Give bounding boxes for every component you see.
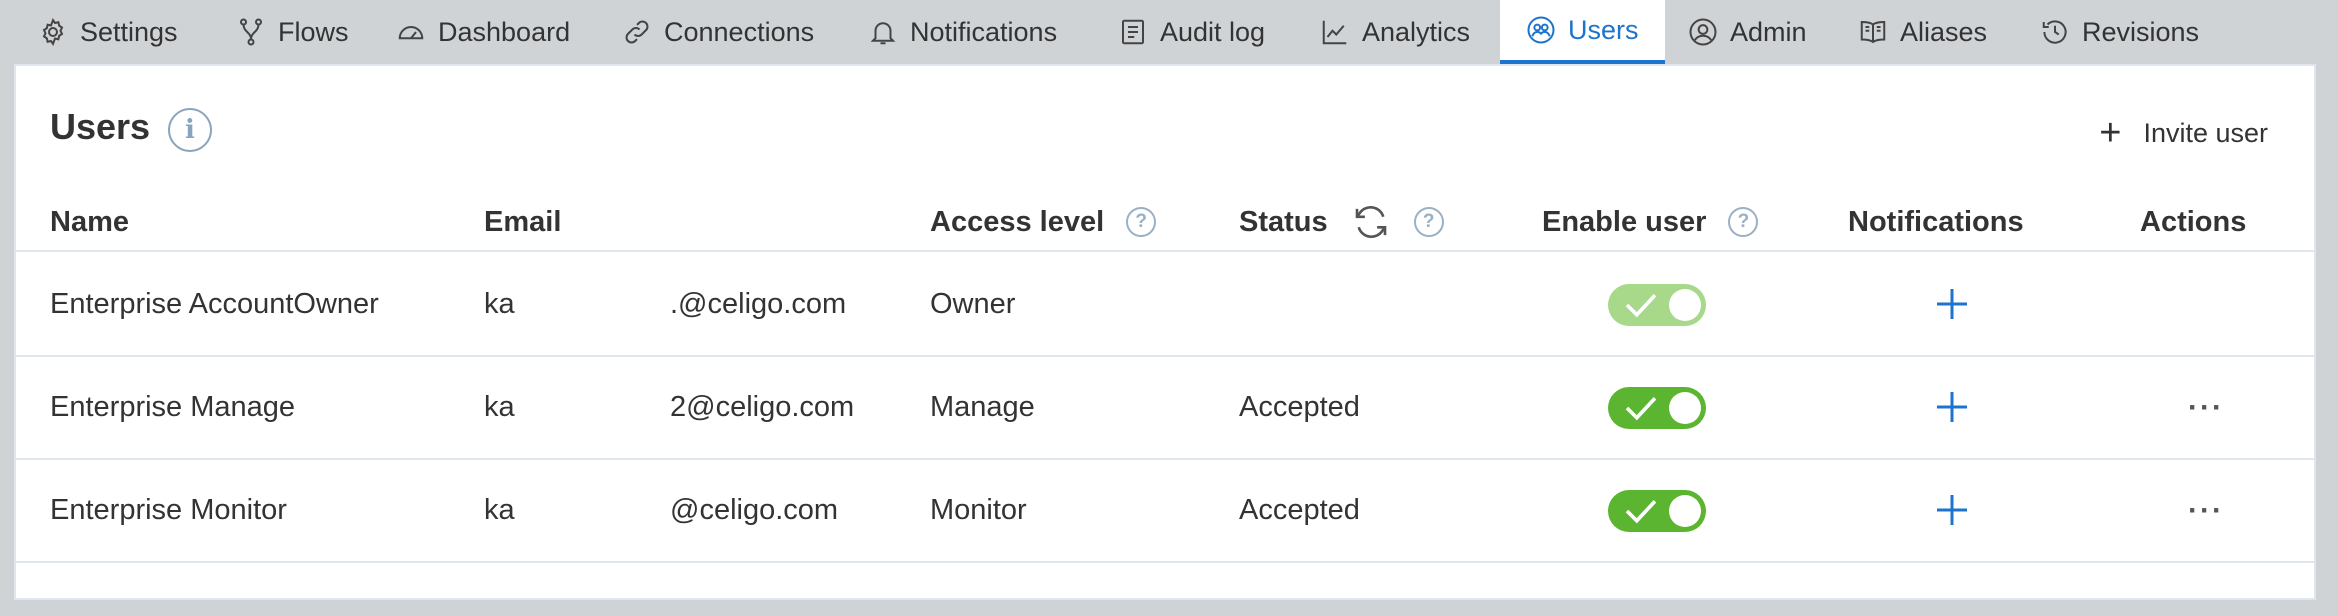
- more-actions-icon[interactable]: ···: [2188, 393, 2224, 423]
- tab-aliases[interactable]: Aliases: [1858, 0, 1987, 64]
- gear-icon: [42, 17, 64, 47]
- enable-user-toggle[interactable]: [1608, 387, 1706, 429]
- table-row: Enterprise AccountOwner ka .@celigo.com …: [16, 254, 2314, 357]
- email-suffix: @celigo.com: [670, 494, 839, 526]
- check-icon: [1625, 293, 1657, 318]
- toggle-knob: [1669, 392, 1701, 424]
- table-row: Enterprise Manage ka 2@celigo.com Manage…: [16, 357, 2314, 460]
- enable-user-toggle[interactable]: [1608, 490, 1706, 532]
- info-icon[interactable]: i: [168, 108, 212, 152]
- column-header-email[interactable]: Email: [484, 192, 561, 252]
- add-notification-icon[interactable]: [1932, 387, 1972, 427]
- column-label: Notifications: [1848, 205, 2024, 238]
- access-level: Monitor: [930, 494, 1027, 526]
- check-icon: [1625, 396, 1657, 421]
- access-level: Manage: [930, 391, 1035, 423]
- tab-settings[interactable]: Settings: [38, 0, 178, 64]
- column-label: Actions: [2140, 205, 2247, 238]
- top-tab-bar: Settings Flows Dashboard Connections Not…: [0, 0, 2338, 64]
- status: Accepted: [1239, 494, 1360, 526]
- check-icon: [1625, 499, 1657, 524]
- tab-revisions[interactable]: Revisions: [2040, 0, 2199, 64]
- tab-analytics[interactable]: Analytics: [1320, 0, 1470, 64]
- bell-icon: [870, 22, 896, 45]
- enable-user-toggle: [1608, 284, 1706, 326]
- column-header-name[interactable]: Name: [50, 192, 129, 252]
- tab-dashboard[interactable]: Dashboard: [396, 0, 570, 64]
- tab-flows[interactable]: Flows: [236, 0, 349, 64]
- tab-users[interactable]: Users: [1500, 0, 1665, 64]
- tab-admin[interactable]: Admin: [1688, 0, 1807, 64]
- user-name: Enterprise Monitor: [50, 494, 287, 526]
- tab-notifications[interactable]: Notifications: [868, 0, 1057, 64]
- add-notification-icon[interactable]: [1932, 490, 1972, 530]
- book-icon: [1860, 20, 1886, 44]
- tab-connections[interactable]: Connections: [622, 0, 814, 64]
- tab-label: Revisions: [2082, 16, 2200, 47]
- column-header-status[interactable]: Status ?: [1239, 192, 1444, 252]
- tab-label: Connections: [664, 16, 815, 47]
- dashboard-icon: [398, 26, 424, 40]
- analytics-icon: [1322, 20, 1347, 45]
- user-name: Enterprise Manage: [50, 391, 296, 423]
- more-actions-icon[interactable]: ···: [2188, 496, 2224, 526]
- email-prefix: ka: [484, 288, 515, 320]
- tab-label: Audit log: [1160, 16, 1266, 47]
- tab-label: Dashboard: [438, 16, 571, 47]
- tab-label: Settings: [80, 16, 178, 47]
- column-header-actions: Actions: [2140, 192, 2246, 252]
- flows-icon: [240, 18, 262, 46]
- invite-user-label: Invite user: [2143, 117, 2268, 148]
- column-header-enable-user[interactable]: Enable user ?: [1542, 192, 1759, 252]
- tab-label: Aliases: [1900, 16, 1988, 47]
- email-suffix: 2@celigo.com: [670, 391, 855, 423]
- add-notification-icon[interactable]: [1932, 284, 1972, 324]
- table-row: Enterprise Monitor ka @celigo.com Monito…: [16, 460, 2314, 563]
- column-label: Status: [1239, 205, 1328, 238]
- tab-label: Notifications: [910, 16, 1058, 47]
- access-level: Owner: [930, 288, 1016, 320]
- tab-label: Users: [1568, 14, 1639, 45]
- page-title: Users: [50, 106, 151, 147]
- refresh-icon[interactable]: [1350, 201, 1392, 243]
- history-icon: [2042, 20, 2067, 44]
- tab-label: Admin: [1730, 16, 1807, 47]
- tab-label: Flows: [278, 16, 349, 47]
- column-header-notifications: Notifications: [1848, 192, 2024, 252]
- tab-audit-log[interactable]: Audit log: [1118, 0, 1265, 64]
- email-suffix: .@celigo.com: [670, 288, 847, 320]
- users-icon: [1527, 16, 1555, 44]
- help-icon[interactable]: ?: [1413, 207, 1444, 237]
- audit-log-icon: [1122, 19, 1144, 45]
- tab-label: Analytics: [1362, 16, 1471, 47]
- column-label: Access level: [930, 205, 1105, 238]
- toggle-knob: [1669, 289, 1701, 321]
- column-label: Email: [484, 205, 562, 238]
- column-label: Enable user: [1542, 205, 1707, 238]
- user-name: Enterprise AccountOwner: [50, 288, 379, 320]
- plus-icon: +: [2099, 112, 2122, 154]
- email-prefix: ka: [484, 391, 515, 423]
- invite-user-button[interactable]: + Invite user: [2099, 114, 2268, 152]
- column-label: Name: [50, 205, 129, 238]
- toggle-knob: [1669, 495, 1701, 527]
- users-panel: Users i + Invite user Name Email Access …: [14, 64, 2316, 600]
- admin-icon: [1689, 18, 1717, 46]
- email-prefix: ka: [484, 494, 515, 526]
- help-icon[interactable]: ?: [1728, 207, 1759, 237]
- link-icon: [625, 20, 649, 44]
- column-header-access-level[interactable]: Access level ?: [930, 192, 1157, 252]
- status: Accepted: [1239, 391, 1360, 423]
- table-header: Name Email Access level ? Status ? Enabl…: [16, 192, 2314, 252]
- help-icon[interactable]: ?: [1126, 207, 1157, 237]
